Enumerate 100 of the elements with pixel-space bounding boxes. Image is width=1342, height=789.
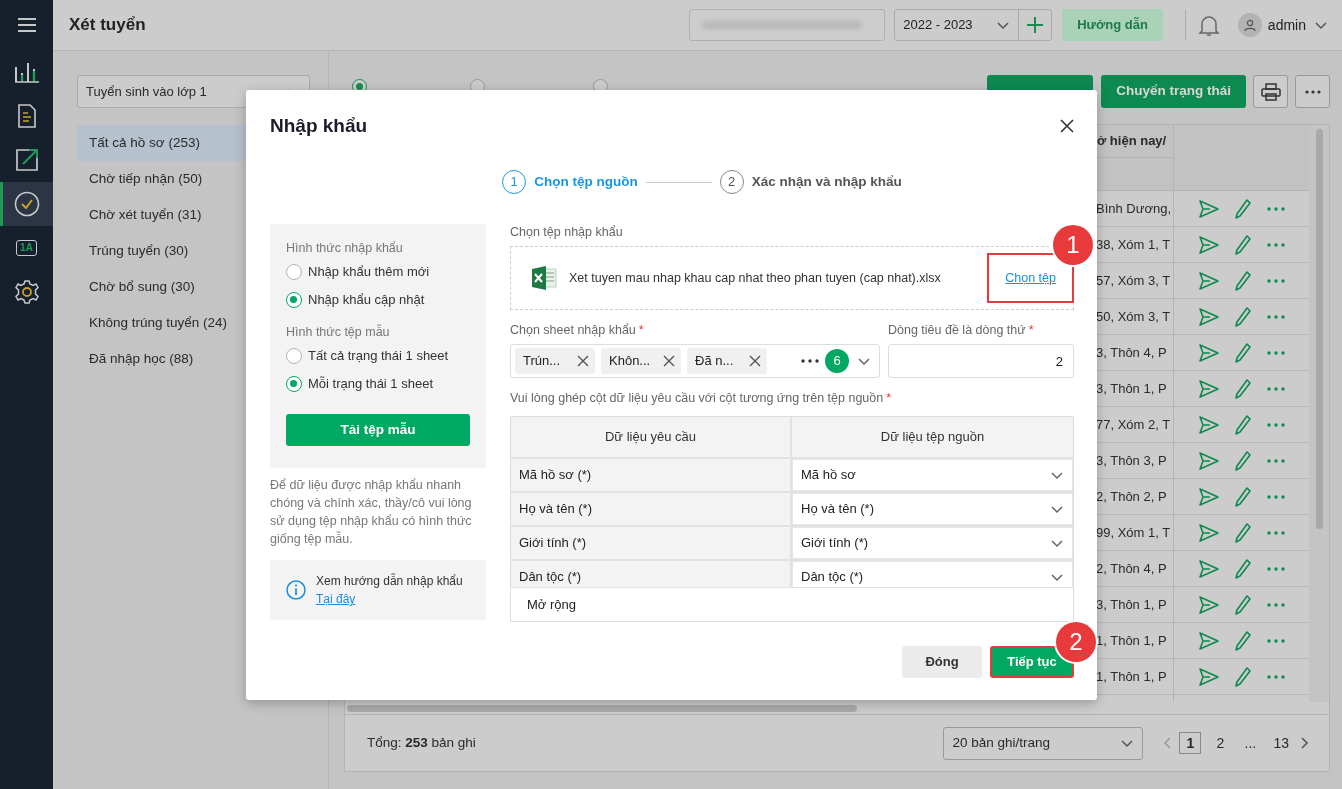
group-label: Hình thức nhập khẩu bbox=[286, 240, 404, 256]
check-circle-icon[interactable] bbox=[13, 191, 40, 217]
pencil-icon[interactable] bbox=[1234, 594, 1251, 615]
document-icon[interactable] bbox=[16, 104, 37, 128]
menu-icon[interactable] bbox=[16, 17, 37, 33]
expand-link[interactable]: Mở rộng bbox=[527, 594, 576, 615]
more-icon[interactable] bbox=[1266, 566, 1285, 571]
send-icon[interactable] bbox=[1198, 667, 1219, 686]
pencil-icon[interactable] bbox=[1234, 486, 1251, 507]
send-icon[interactable] bbox=[1198, 631, 1219, 650]
chevron-down-icon[interactable] bbox=[1314, 19, 1328, 31]
pencil-icon[interactable] bbox=[1234, 666, 1251, 687]
more-icon[interactable] bbox=[1266, 386, 1285, 391]
class-icon[interactable]: 1A bbox=[16, 240, 37, 256]
close-icon[interactable] bbox=[1060, 119, 1074, 133]
sheet-select[interactable]: Trún... Khôn... Đã n... 6 bbox=[510, 344, 880, 378]
radio-button[interactable] bbox=[286, 376, 302, 392]
pencil-icon[interactable] bbox=[1234, 234, 1251, 255]
column-select[interactable]: Dân tộc (*) bbox=[792, 561, 1073, 587]
column-select[interactable]: Mã hồ sơ bbox=[792, 459, 1073, 491]
page-button[interactable]: 13 bbox=[1269, 732, 1293, 754]
pencil-icon[interactable] bbox=[1234, 630, 1251, 651]
tag-label: Khôn... bbox=[609, 352, 651, 371]
more-icon bbox=[1304, 89, 1321, 94]
page-button[interactable]: 2 bbox=[1209, 732, 1232, 754]
send-icon[interactable] bbox=[1198, 451, 1219, 470]
sheet-tag[interactable]: Đã n... bbox=[687, 348, 767, 374]
sheet-tag[interactable]: Trún... bbox=[515, 348, 595, 374]
send-icon[interactable] bbox=[1198, 595, 1219, 614]
more-icon[interactable] bbox=[1266, 314, 1285, 319]
more-icon[interactable] bbox=[1266, 530, 1285, 535]
radio-button[interactable] bbox=[286, 348, 302, 364]
more-icon[interactable] bbox=[1266, 638, 1285, 643]
more-icon[interactable] bbox=[1266, 602, 1285, 607]
guide-text: Xem hướng dẫn nhập khẩu bbox=[316, 572, 463, 590]
page-button[interactable]: ... bbox=[1239, 732, 1262, 754]
pencil-icon[interactable] bbox=[1234, 414, 1251, 435]
more-icon[interactable] bbox=[1266, 206, 1285, 211]
send-icon[interactable] bbox=[1198, 307, 1219, 326]
printer-icon bbox=[1260, 82, 1281, 101]
more-button[interactable] bbox=[1295, 75, 1330, 108]
more-icon[interactable] bbox=[1266, 278, 1285, 283]
scrollbar-thumb[interactable] bbox=[347, 704, 857, 712]
select-value: Tuyển sinh vào lớp 1 bbox=[86, 82, 207, 101]
send-icon[interactable] bbox=[1198, 271, 1219, 290]
more-icon[interactable] bbox=[1266, 494, 1285, 499]
pencil-icon[interactable] bbox=[1234, 342, 1251, 363]
required-mark: * bbox=[886, 391, 892, 405]
more-icon[interactable] bbox=[1266, 242, 1285, 247]
sheet-tag[interactable]: Khôn... bbox=[601, 348, 681, 374]
column-select[interactable]: Giới tính (*) bbox=[792, 527, 1073, 559]
send-icon[interactable] bbox=[1198, 559, 1219, 578]
info-icon bbox=[286, 580, 306, 600]
table-cell: Dân tộc (*) bbox=[511, 561, 792, 587]
chevron-right-icon[interactable] bbox=[1301, 737, 1309, 749]
header-row-input[interactable]: 2 bbox=[888, 344, 1074, 378]
export-icon[interactable] bbox=[14, 148, 39, 172]
chevron-down-icon bbox=[1120, 737, 1135, 749]
more-icon[interactable] bbox=[1266, 674, 1285, 679]
user-name[interactable]: admin bbox=[1267, 14, 1306, 36]
send-icon[interactable] bbox=[1198, 343, 1219, 362]
send-icon[interactable] bbox=[1198, 379, 1219, 398]
plus-icon[interactable] bbox=[1026, 16, 1045, 34]
bell-icon[interactable] bbox=[1197, 13, 1220, 37]
gear-icon[interactable] bbox=[13, 279, 40, 305]
pencil-icon[interactable] bbox=[1234, 198, 1251, 219]
pencil-icon[interactable] bbox=[1234, 306, 1251, 327]
school-field[interactable] bbox=[689, 9, 886, 41]
bar-chart-icon[interactable] bbox=[13, 61, 40, 83]
page-button[interactable]: 1 bbox=[1179, 732, 1202, 754]
pencil-icon[interactable] bbox=[1234, 558, 1251, 579]
send-icon[interactable] bbox=[1198, 235, 1219, 254]
close-icon[interactable] bbox=[577, 355, 589, 367]
group-label: Hình thức tệp mẫu bbox=[286, 324, 391, 340]
avatar[interactable] bbox=[1237, 13, 1262, 37]
radio-button[interactable] bbox=[286, 264, 302, 280]
radio-button[interactable] bbox=[286, 292, 302, 308]
chevron-left-icon[interactable] bbox=[1163, 737, 1172, 749]
more-icon[interactable] bbox=[1266, 350, 1285, 355]
send-icon[interactable] bbox=[1198, 487, 1219, 506]
select-value: Dân tộc (*) bbox=[801, 568, 864, 587]
send-icon[interactable] bbox=[1198, 415, 1219, 434]
pencil-icon[interactable] bbox=[1234, 450, 1251, 471]
close-button[interactable]: Đóng bbox=[902, 646, 982, 678]
close-icon[interactable] bbox=[749, 355, 761, 367]
pencil-icon[interactable] bbox=[1234, 270, 1251, 291]
page-size-select[interactable]: 20 bản ghi/trang bbox=[943, 726, 1144, 760]
required-mark: * bbox=[638, 323, 644, 337]
column-select[interactable]: Họ và tên (*) bbox=[792, 493, 1073, 525]
pencil-icon[interactable] bbox=[1234, 522, 1251, 543]
send-icon[interactable] bbox=[1198, 199, 1219, 218]
scrollbar-thumb[interactable] bbox=[1315, 129, 1323, 529]
chevron-down-icon bbox=[1050, 571, 1064, 583]
pencil-icon[interactable] bbox=[1234, 378, 1251, 399]
send-icon[interactable] bbox=[1198, 523, 1219, 542]
print-button[interactable] bbox=[1253, 75, 1288, 108]
more-icon[interactable] bbox=[1266, 422, 1285, 427]
close-icon[interactable] bbox=[663, 355, 675, 367]
field-label: Dòng tiêu đề là dòng thứ bbox=[888, 323, 1026, 337]
more-icon[interactable] bbox=[1266, 458, 1285, 463]
